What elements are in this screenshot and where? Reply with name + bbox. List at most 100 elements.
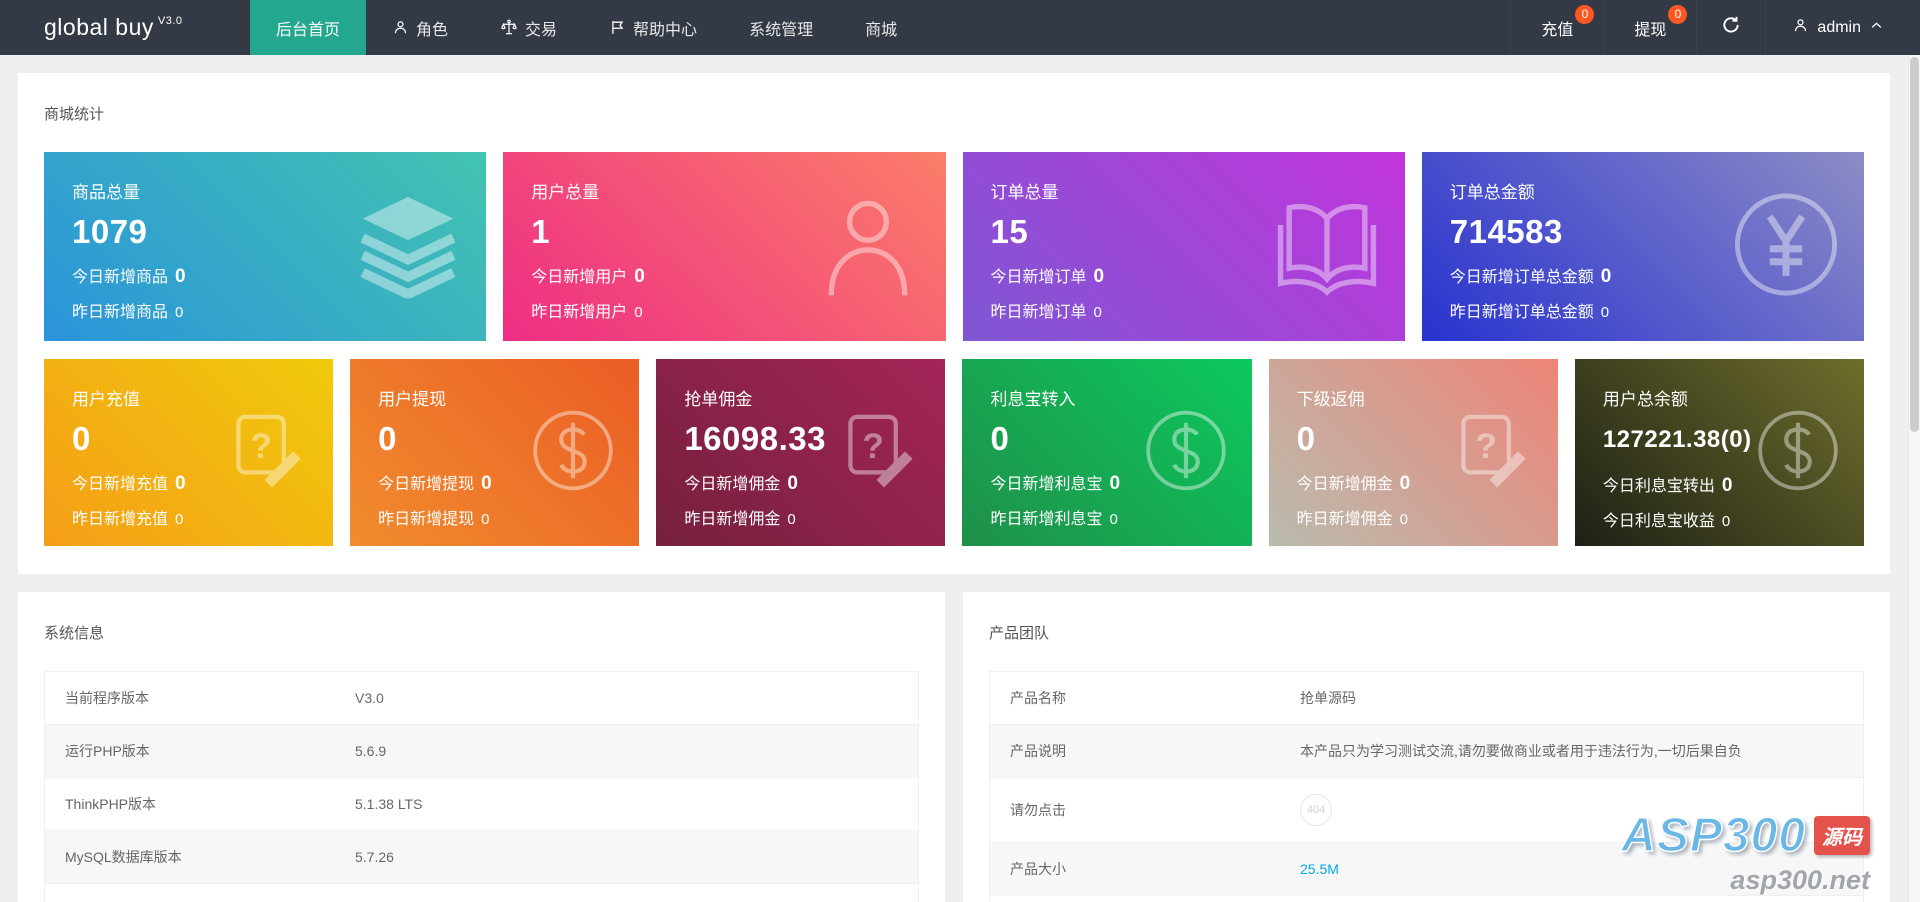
mall-stats-title: 商城统计 [44, 103, 1864, 124]
subline-label: 昨日新增订单 [991, 304, 1087, 321]
dollar-circle-icon [531, 408, 615, 497]
product-team-row-value: 25.5M [1280, 843, 1864, 896]
subline-label: 昨日新增佣金 [1297, 511, 1393, 528]
subline-label: 昨日新增佣金 [684, 511, 780, 528]
product-team-row-label: 产品名称 [990, 672, 1281, 725]
system-info-row-label: 服务器操作系统 [45, 884, 336, 902]
stat-card-orders-total: 订单总量15今日新增订单0昨日新增订单0 [963, 152, 1405, 341]
nav-item-system-manage[interactable]: 系统管理 [723, 0, 839, 55]
dollar-circle-icon [1144, 408, 1228, 497]
user-menu[interactable]: admin [1765, 0, 1920, 55]
nav-item-label: 角色 [416, 16, 448, 40]
doc-question-icon: ? [1450, 408, 1534, 497]
subline-value: 0 [175, 304, 183, 321]
svg-text:?: ? [251, 427, 273, 466]
withdraw-button-label: 提现 [1634, 16, 1666, 40]
nav-item-trade[interactable]: 交易 [474, 0, 583, 55]
product-team-row: 产品说明本产品只为学习测试交流,请勿要做商业或者用于违法行为,一切后果自负 [990, 725, 1864, 778]
stat-card-label: 利息宝转入 [990, 385, 1251, 410]
nav-item-mall[interactable]: 商城 [839, 0, 923, 55]
layers-icon [354, 190, 462, 303]
subline-label: 今日新增佣金 [684, 476, 780, 493]
nav-item-roles[interactable]: 角色 [366, 0, 474, 55]
recharge-button-label: 充值 [1541, 16, 1573, 40]
system-info-row-value: 5.7.26 [335, 831, 919, 884]
subline-value: 0 [1400, 511, 1408, 528]
404-circle-badge[interactable]: 404 [1300, 794, 1332, 826]
system-info-table: 当前程序版本V3.0运行PHP版本5.6.9ThinkPHP版本5.1.38 L… [44, 671, 919, 902]
system-info-row-value: V3.0 [335, 672, 919, 725]
main-content: 商城统计 商品总量1079今日新增商品0昨日新增商品0用户总量1今日新增用户0昨… [0, 55, 1908, 902]
stat-card-subline: 昨日新增佣金 0 [684, 505, 945, 529]
bottom-panels: 系统信息 当前程序版本V3.0运行PHP版本5.6.9ThinkPHP版本5.1… [18, 592, 1890, 902]
app-logo-text: global buy [44, 14, 154, 41]
subline-label: 昨日新增订单总金额 [1450, 304, 1594, 321]
page-scrollbar [1908, 55, 1920, 902]
subline-value: 0 [1110, 473, 1121, 494]
svg-text:?: ? [863, 427, 885, 466]
withdraw-button[interactable]: 提现 0 [1603, 0, 1696, 55]
product-team-table: 产品名称抢单源码产品说明本产品只为学习测试交流,请勿要做商业或者用于违法行为,一… [989, 671, 1864, 902]
stat-card-grab-commission: 抢单佣金16098.33今日新增佣金0昨日新增佣金0? [656, 359, 945, 546]
system-info-row: ThinkPHP版本5.1.38 LTS [45, 778, 919, 831]
doc-question-icon: ? [837, 408, 921, 497]
subline-label: 昨日新增提现 [378, 511, 474, 528]
user-small-icon [392, 19, 409, 36]
stat-card-user-balance: 用户总余额127221.38(0)今日利息宝转出0今日利息宝收益0 [1575, 359, 1864, 546]
subline-value: 0 [1722, 475, 1733, 496]
user-icon [814, 190, 922, 303]
system-info-row-label: ThinkPHP版本 [45, 778, 336, 831]
stat-card-label: 用户提现 [378, 385, 639, 410]
subline-value: 0 [1722, 513, 1730, 530]
subline-value: 0 [634, 266, 645, 287]
system-info-row-label: 当前程序版本 [45, 672, 336, 725]
subline-value: 0 [787, 473, 798, 494]
subline-label: 今日新增利息宝 [990, 476, 1102, 493]
nav-item-label: 交易 [525, 16, 557, 40]
user-icon [1792, 17, 1809, 39]
product-team-row: 请勿点击404 [990, 778, 1864, 843]
subline-label: 今日新增提现 [378, 476, 474, 493]
stats-cards-row1: 商品总量1079今日新增商品0昨日新增商品0用户总量1今日新增用户0昨日新增用户… [44, 152, 1864, 341]
recharge-button[interactable]: 充值 0 [1510, 0, 1603, 55]
product-team-row-value: 抢单源码 [1280, 672, 1864, 725]
subline-value: 0 [787, 511, 795, 528]
subline-value: 0 [1601, 266, 1612, 287]
nav-item-label: 后台首页 [276, 16, 340, 40]
subline-label: 今日新增订单总金额 [1450, 269, 1594, 286]
stat-card-sub-rebate: 下级返佣0今日新增佣金0昨日新增佣金0? [1269, 359, 1558, 546]
stat-card-goods-total: 商品总量1079今日新增商品0昨日新增商品0 [44, 152, 486, 341]
system-info-row-label: 运行PHP版本 [45, 725, 336, 778]
subline-label: 今日新增充值 [72, 476, 168, 493]
refresh-button[interactable] [1696, 0, 1765, 55]
recharge-badge: 0 [1575, 5, 1594, 24]
app-logo: global buy V3.0 [0, 0, 250, 55]
scrollbar-thumb[interactable] [1910, 57, 1919, 432]
subline-value: 0 [175, 266, 186, 287]
yen-circle-icon [1732, 190, 1840, 303]
chevron-up-icon [1869, 18, 1884, 38]
withdraw-badge: 0 [1668, 5, 1687, 24]
product-team-link[interactable]: 25.5M [1300, 861, 1339, 877]
top-nav-bar: global buy V3.0 后台首页 角色 交易 帮助中心系统管理商城 充值 0 … [0, 0, 1920, 55]
product-team-row-label: 数据库 [990, 896, 1281, 902]
stat-card-subline: 今日利息宝收益0 [1603, 507, 1864, 531]
subline-value: 0 [1601, 304, 1609, 321]
header-right-actions: 充值 0 提现 0 admin [1510, 0, 1920, 55]
username: admin [1817, 19, 1861, 37]
nav-item-help-center[interactable]: 帮助中心 [583, 0, 723, 55]
subline-value: 0 [1110, 511, 1118, 528]
system-info-title: 系统信息 [44, 622, 919, 643]
stats-cards-row2: 用户充值0今日新增充值0昨日新增充值0?用户提现0今日新增提现0昨日新增提现0抢… [44, 359, 1864, 546]
nav-item-home[interactable]: 后台首页 [250, 0, 366, 55]
mall-stats-panel: 商城统计 商品总量1079今日新增商品0昨日新增商品0用户总量1今日新增用户0昨… [18, 73, 1890, 574]
subline-value: 0 [175, 511, 183, 528]
stat-card-user-recharge: 用户充值0今日新增充值0昨日新增充值0? [44, 359, 333, 546]
stat-card-yuebao-in: 利息宝转入0今日新增利息宝0昨日新增利息宝0 [962, 359, 1251, 546]
stat-card-users-total: 用户总量1今日新增用户0昨日新增用户0 [503, 152, 945, 341]
product-team-row-value: mysql [1280, 896, 1864, 902]
subline-label: 昨日新增充值 [72, 511, 168, 528]
product-team-row-value: 404 [1280, 778, 1864, 843]
stat-card-subline: 昨日新增利息宝0 [990, 505, 1251, 529]
stat-card-subline: 昨日新增充值 0 [72, 505, 333, 529]
